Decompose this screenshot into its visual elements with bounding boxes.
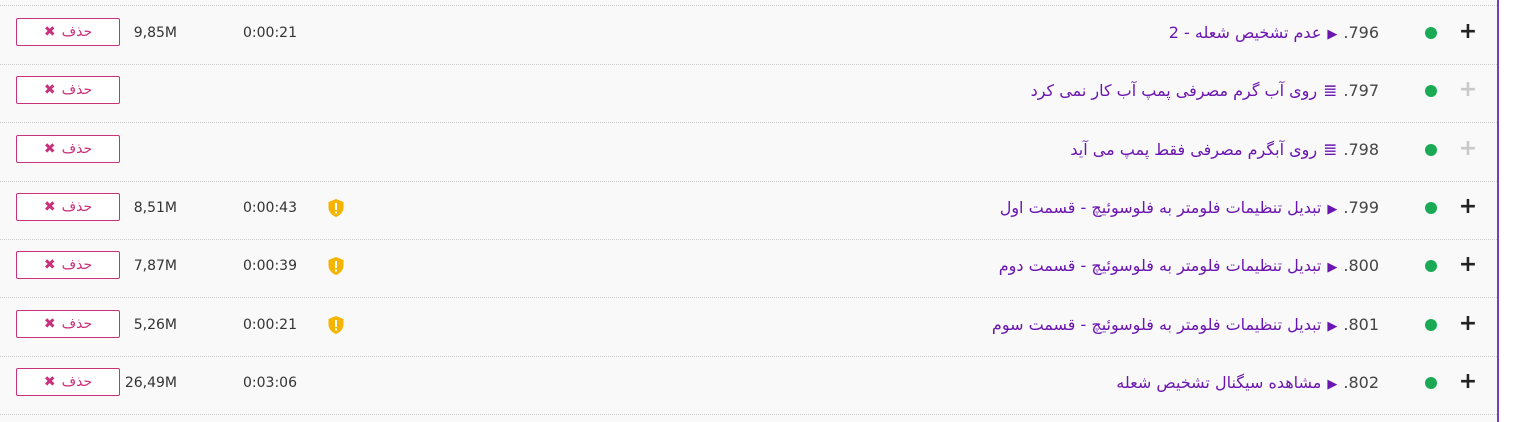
- lesson-title-link[interactable]: .796 ▶ عدم تشخیص شعله - 2: [1169, 20, 1379, 46]
- delete-label: حذف: [61, 140, 93, 157]
- delete-label: حذف: [61, 373, 93, 390]
- duration-text: 0:00:21: [243, 25, 297, 41]
- expand-icon[interactable]: +: [1458, 312, 1478, 334]
- file-size-text: 5,26M: [133, 316, 177, 333]
- duration-text: 0:00:21: [243, 316, 297, 333]
- delete-x-icon: ✖: [43, 198, 56, 215]
- lesson-row: + .801 ▶ تبدیل تنظیمات فلومتر به فلوسوئیچ -…: [0, 298, 1497, 357]
- lesson-list-panel: + .796 ▶ عدم تشخیص شعله - 2 0:00:21 9,85M ✖ حذف…: [0, 0, 1499, 422]
- status-dot-icon: [1425, 318, 1437, 331]
- delete-label: حذف: [61, 257, 93, 274]
- delete-x-icon: ✖: [43, 257, 56, 274]
- lesson-number: .796: [1343, 23, 1379, 42]
- play-icon: ▶: [1327, 27, 1338, 42]
- lesson-title-link[interactable]: .799 ▶ تبدیل تنظیمات فلومتر به فلوسوئیچ - …: [1000, 195, 1379, 221]
- delete-label: حذف: [61, 315, 93, 332]
- play-icon: ▶: [1327, 260, 1338, 276]
- expand-icon[interactable]: +: [1458, 195, 1478, 217]
- lesson-title-text: عدم تشخیص شعله - 2: [1168, 23, 1322, 42]
- delete-label: حذف: [61, 24, 93, 40]
- file-size-text: 26,49M: [124, 374, 177, 391]
- delete-button[interactable]: ✖ حذف: [16, 18, 120, 46]
- status-dot-icon: [1425, 376, 1437, 389]
- lesson-row: + .800 ▶ تبدیل تنظیمات فلومتر به فلوسوئیچ -…: [0, 239, 1497, 299]
- lesson-number: .798: [1343, 139, 1379, 159]
- delete-x-icon: ✖: [43, 315, 56, 332]
- file-size-text: 9,85M: [133, 25, 177, 41]
- delete-label: حذف: [61, 82, 93, 99]
- play-icon: ▶: [1327, 201, 1338, 217]
- expand-icon[interactable]: +: [1458, 370, 1478, 392]
- delete-button[interactable]: ✖ حذف: [16, 134, 120, 163]
- list-icon: ≣: [1323, 81, 1338, 102]
- expand-icon[interactable]: +: [1458, 21, 1478, 43]
- delete-button[interactable]: ✖ حذف: [16, 192, 120, 221]
- delete-label: حذف: [61, 198, 93, 215]
- delete-button[interactable]: ✖ حذف: [16, 367, 120, 396]
- status-dot-icon: [1425, 85, 1437, 98]
- duration-text: 0:00:43: [243, 199, 297, 216]
- delete-button[interactable]: ✖ حذف: [16, 76, 120, 105]
- expand-icon[interactable]: +: [1458, 79, 1478, 101]
- warning-shield-icon: [328, 315, 344, 334]
- lesson-row: + .802 ▶ مشاهده سیگنال تشخیص شعله 0:03:06 26,…: [0, 356, 1497, 415]
- expand-icon[interactable]: +: [1458, 137, 1478, 159]
- warning-shield-icon: [328, 257, 344, 276]
- play-icon: ▶: [1327, 318, 1338, 334]
- delete-x-icon: ✖: [43, 82, 56, 99]
- lesson-number: .802: [1343, 372, 1379, 392]
- lesson-title-text: تبدیل تنظیمات فلومتر به فلوسوئیچ - قسمت …: [999, 197, 1322, 217]
- status-dot-icon: [1425, 27, 1437, 39]
- status-dot-icon: [1425, 143, 1437, 156]
- file-size-text: 7,87M: [133, 258, 177, 275]
- lesson-title-link[interactable]: .800 ▶ تبدیل تنظیمات فلومتر به فلوسوئیچ - …: [999, 253, 1379, 279]
- lesson-row: + .797≣روی آب گرم مصرفی پمپ آب کار نمی کر…: [0, 64, 1497, 124]
- lesson-number: .797: [1343, 81, 1379, 101]
- expand-icon[interactable]: +: [1458, 254, 1478, 276]
- status-dot-icon: [1425, 201, 1437, 214]
- delete-x-icon: ✖: [43, 140, 56, 157]
- lesson-number: .799: [1343, 197, 1379, 217]
- warning-shield-icon: [328, 198, 344, 217]
- lesson-number: .801: [1343, 314, 1379, 334]
- lesson-title-text: روی آبگرم مصرفی فقط پمپ می آید: [1070, 139, 1318, 159]
- lesson-title-link[interactable]: .797≣روی آب گرم مصرفی پمپ آب کار نمی کرد: [1031, 78, 1379, 104]
- lesson-row: + .799 ▶ تبدیل تنظیمات فلومتر به فلوسوئیچ -…: [0, 181, 1497, 240]
- play-icon: ▶: [1327, 376, 1338, 392]
- lesson-title-text: تبدیل تنظیمات فلومتر به فلوسوئیچ - قسمت …: [998, 256, 1322, 276]
- duration-text: 0:00:39: [243, 258, 297, 275]
- delete-button[interactable]: ✖ حذف: [16, 309, 120, 338]
- lesson-title-link[interactable]: .802 ▶ مشاهده سیگنال تشخیص شعله: [1116, 370, 1379, 396]
- lesson-title-link[interactable]: .798≣روی آبگرم مصرفی فقط پمپ می آید: [1070, 137, 1379, 163]
- file-size-text: 8,51M: [133, 199, 177, 216]
- lesson-title-text: مشاهده سیگنال تشخیص شعله: [1116, 372, 1322, 392]
- lesson-title-text: تبدیل تنظیمات فلومتر به فلوسوئیچ - قسمت …: [991, 314, 1322, 334]
- delete-x-icon: ✖: [43, 373, 56, 390]
- lesson-number: .800: [1343, 256, 1379, 276]
- lesson-title-link[interactable]: .801 ▶ تبدیل تنظیمات فلومتر به فلوسوئیچ - …: [992, 312, 1379, 338]
- lesson-row: + .796 ▶ عدم تشخیص شعله - 2 0:00:21 9,85M ✖ حذف: [0, 6, 1497, 65]
- duration-text: 0:03:06: [243, 374, 297, 391]
- list-icon: ≣: [1323, 139, 1338, 160]
- lesson-row: + .798≣روی آبگرم مصرفی فقط پمپ می آید ✖ حذف: [0, 123, 1497, 182]
- status-dot-icon: [1425, 260, 1437, 273]
- lesson-title-text: روی آب گرم مصرفی پمپ آب کار نمی کرد: [1030, 81, 1318, 101]
- delete-button[interactable]: ✖ حذف: [16, 251, 120, 280]
- delete-x-icon: ✖: [43, 24, 56, 40]
